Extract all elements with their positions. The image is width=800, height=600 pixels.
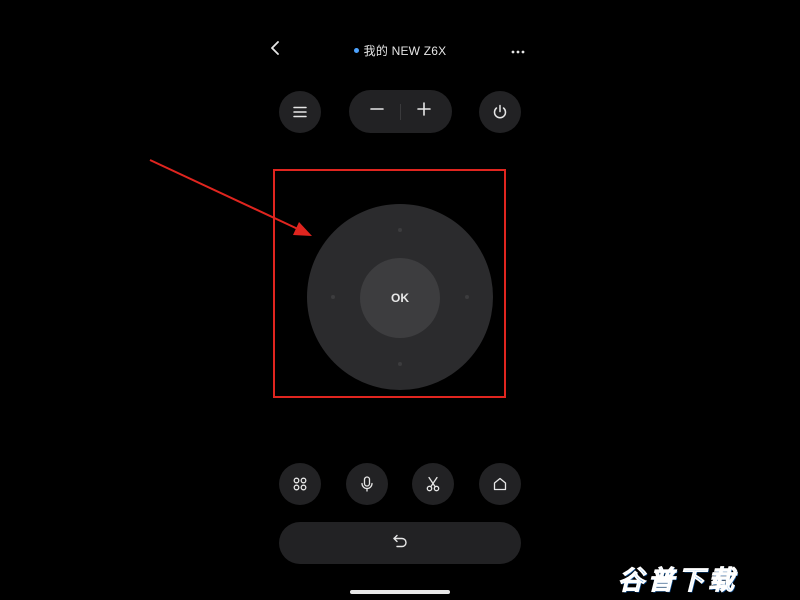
more-options-button[interactable] <box>506 38 530 62</box>
apps-button[interactable] <box>279 463 321 505</box>
cut-button[interactable] <box>412 463 454 505</box>
power-button[interactable] <box>479 91 521 133</box>
grid-icon <box>293 477 307 491</box>
ellipsis-icon <box>511 41 525 59</box>
highlight-box <box>273 169 506 398</box>
home-icon <box>493 477 507 491</box>
return-arrow-icon <box>392 534 408 553</box>
device-title: 我的 NEW Z6X <box>300 38 500 62</box>
plus-icon <box>417 102 431 121</box>
menu-icon <box>293 106 307 118</box>
return-button[interactable] <box>279 522 521 564</box>
back-button[interactable] <box>264 38 288 62</box>
menu-button[interactable] <box>279 91 321 133</box>
power-icon <box>492 104 508 120</box>
connection-status-dot <box>353 47 359 53</box>
voice-button[interactable] <box>346 463 388 505</box>
home-button[interactable] <box>479 463 521 505</box>
home-indicator[interactable] <box>350 590 450 594</box>
volume-divider <box>400 103 401 120</box>
volume-up-button[interactable] <box>412 100 436 124</box>
device-name: 我的 NEW Z6X <box>363 43 447 58</box>
minus-icon <box>370 102 384 121</box>
microphone-icon <box>360 476 374 492</box>
watermark-logo: 谷普下载 <box>618 565 739 596</box>
volume-down-button[interactable] <box>365 100 389 124</box>
volume-control <box>349 90 452 133</box>
scissors-icon <box>426 476 440 492</box>
chevron-left-icon <box>270 40 282 60</box>
